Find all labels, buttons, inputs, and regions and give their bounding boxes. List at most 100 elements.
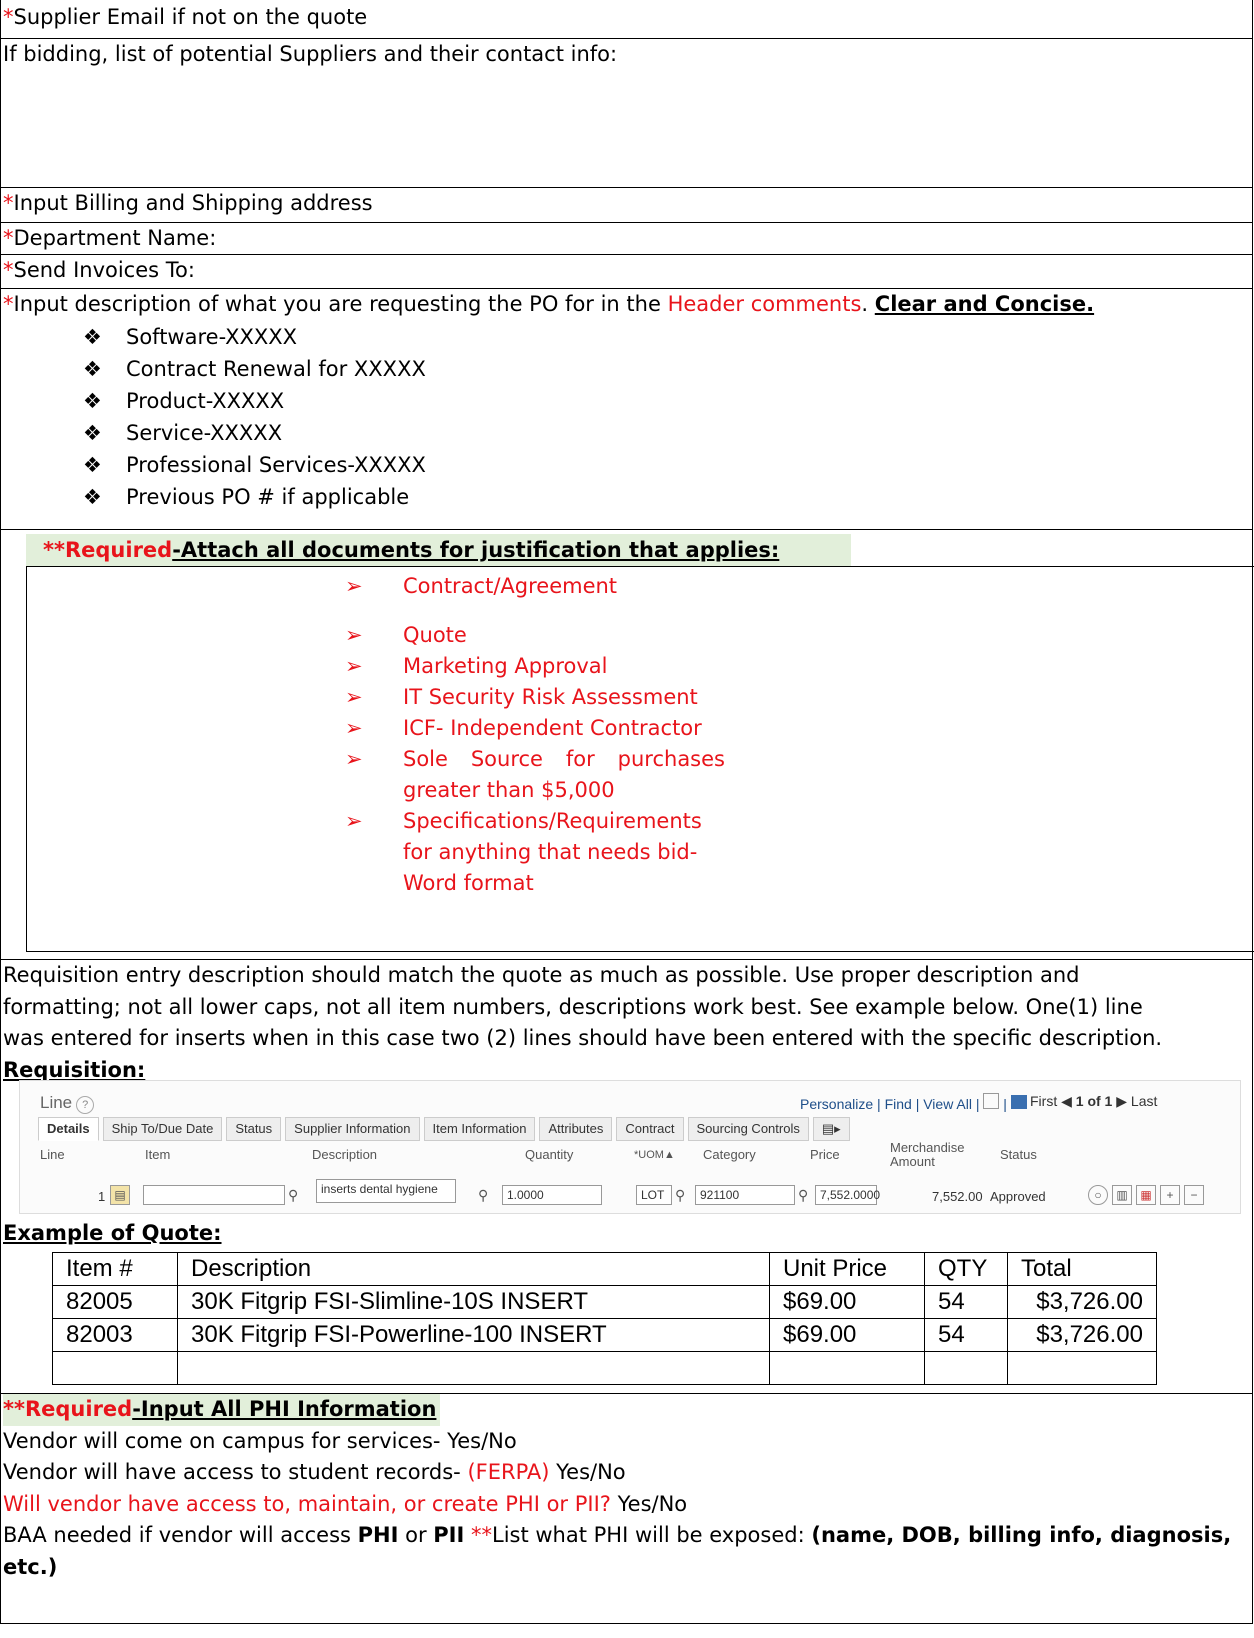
attach-list-cell: ➢ Contract/Agreement ➢ Quote ➢ Marketing Ap… [26,566,1254,952]
price-input[interactable]: 7,552.0000 [815,1185,880,1205]
attach-heading-text: -Attach all documents for justification … [172,538,780,562]
panel-title-text: Line [40,1093,73,1112]
bidding-row: If bidding, list of potential Suppliers … [0,39,1252,188]
comment-icon[interactable]: ○ [1088,1185,1108,1205]
department-label: Department Name: [13,226,217,250]
phi-line-pii: Will vendor have access to, maintain, or… [3,1489,1252,1521]
table-cell: 54 [924,1318,1008,1352]
invoices-row: *Send Invoices To: [0,255,1252,289]
bullet-text: Contract Renewal for XXXXX [126,356,426,381]
status-value: Approved [990,1189,1046,1204]
quote-label: Example of Quote: [3,1221,222,1245]
first-link[interactable]: First [1030,1093,1057,1109]
tab-ship-to[interactable]: Ship To/Due Date [102,1117,223,1141]
uom-search-icon[interactable]: ⚲ [675,1187,685,1204]
book-icon[interactable]: ▥ [1112,1185,1132,1205]
tab-status[interactable]: Status [226,1117,282,1141]
pii-word: PII [433,1523,465,1547]
required-label: Required [24,1397,133,1421]
next-arrow-icon[interactable]: ▶ [1116,1093,1127,1109]
attach-item-text: IT Security Risk Assessment [403,685,698,709]
list-item: ❖ Previous PO # if applicable [83,481,1252,513]
tab-sourcing-controls[interactable]: Sourcing Controls [687,1117,809,1141]
add-row-icon[interactable]: + [1160,1185,1180,1205]
description-input[interactable]: inserts dental hygiene [316,1179,456,1203]
attach-heading: **Required-Attach all documents for just… [26,534,851,566]
tab-supplier-information[interactable]: Supplier Information [285,1117,420,1141]
phi-word: PHI [357,1523,399,1547]
billing-row: *Input Billing and Shipping address [0,188,1252,223]
col-header-price: Price [810,1147,840,1162]
item-detail-icon[interactable]: ▤ [110,1185,130,1205]
table-cell [52,1351,178,1385]
delete-row-icon[interactable]: − [1184,1185,1204,1205]
list-item: ➢ Contract/Agreement [345,571,725,602]
uom-input[interactable]: LOT [636,1185,672,1205]
table-cell: 30K Fitgrip FSI-Powerline-100 INSERT [177,1318,770,1352]
panel-nav: First ◀ 1 of 1 ▶ Last [1030,1093,1157,1110]
panel-tools[interactable]: Personalize | Find | View All | | [800,1093,1027,1113]
table-row: 82003 30K Fitgrip FSI-Powerline-100 INSE… [52,1318,1157,1352]
panel-title: Line? [40,1093,95,1114]
last-link[interactable]: Last [1131,1093,1157,1109]
help-icon[interactable]: ? [76,1096,95,1114]
table-cell: $69.00 [769,1285,925,1319]
diamond-bullet-icon: ❖ [83,452,102,477]
phi-text [464,1523,471,1547]
arrow-bullet-icon: ➢ [345,747,363,771]
table-header: Total [1007,1252,1157,1286]
phi-text: List what PHI will be exposed: [492,1523,812,1547]
tab-attributes[interactable]: Attributes [539,1117,613,1141]
description-detail-icon[interactable]: ⚲ [478,1187,488,1204]
attach-list: ➢ Contract/Agreement ➢ Quote ➢ Marketing Ap… [345,571,725,899]
table-row: Item # Description Unit Price QTY Total [52,1252,1157,1286]
clear-concise-text: Clear and Concise. [874,292,1095,316]
panel-tools-links[interactable]: Personalize | Find | View All | [800,1096,980,1112]
diamond-bullet-icon: ❖ [83,484,102,509]
attach-item-text: Word format [403,871,534,895]
description-row: *Input description of what you are reque… [0,289,1252,530]
zoom-icon[interactable] [983,1093,1000,1109]
grid-download-icon[interactable] [1010,1095,1027,1109]
header-comments-text: Header comments [667,292,862,316]
required-star: * [3,226,14,250]
col-header-merchandise-amount: Merchandise Amount [890,1140,964,1170]
table-row [52,1351,1157,1385]
required-star: * [3,292,14,316]
phi-heading: **Required-Input All PHI Information [3,1394,441,1426]
col-header-quantity: Quantity [525,1147,574,1162]
phi-text: or [398,1523,434,1547]
arrow-bullet-icon: ➢ [345,809,363,833]
table-header: Description [177,1252,770,1286]
requisition-line-panel: Line? Personalize | Find | View All | | … [19,1080,1241,1214]
table-cell: 82003 [52,1318,178,1352]
phi-line-baa: BAA needed if vendor will access PHI or … [3,1520,1252,1552]
attach-item-text: greater than $5,000 [403,778,615,802]
table-cell: 54 [924,1285,1008,1319]
quantity-input[interactable]: 1.0000 [502,1185,602,1205]
table-cell [924,1351,1008,1385]
show-all-columns-icon[interactable]: ▤▸ [812,1117,850,1141]
table-row: 82005 30K Fitgrip FSI-Slimline-10S INSER… [52,1285,1157,1319]
item-search-icon[interactable]: ⚲ [288,1187,298,1204]
phi-text: BAA needed if vendor will access [3,1523,358,1547]
required-star: * [3,5,14,29]
category-input[interactable]: 921100 [695,1185,795,1205]
item-input[interactable] [143,1185,285,1205]
col-header-category: Category [703,1147,756,1162]
prev-arrow-icon[interactable]: ◀ [1061,1093,1072,1109]
tab-details[interactable]: Details [38,1117,99,1141]
bullet-text: Professional Services-XXXXX [126,452,426,477]
paragraph-line: was entered for inserts when in this cas… [3,1026,1163,1050]
quote-table: Item # Description Unit Price QTY Total … [52,1252,1157,1385]
list-item: ❖ Service-XXXXX [83,417,1252,449]
tab-item-information[interactable]: Item Information [423,1117,536,1141]
required-stars: ** [471,1523,492,1547]
schedule-icon[interactable]: ▦ [1136,1185,1156,1205]
phi-text: Vendor will have access to student recor… [3,1460,468,1484]
phi-line-campus: Vendor will come on campus for services-… [3,1428,517,1453]
category-search-icon[interactable]: ⚲ [798,1187,808,1204]
table-cell [177,1351,770,1385]
tab-contract[interactable]: Contract [616,1117,684,1141]
list-item: ➢ Marketing Approval [345,651,725,682]
